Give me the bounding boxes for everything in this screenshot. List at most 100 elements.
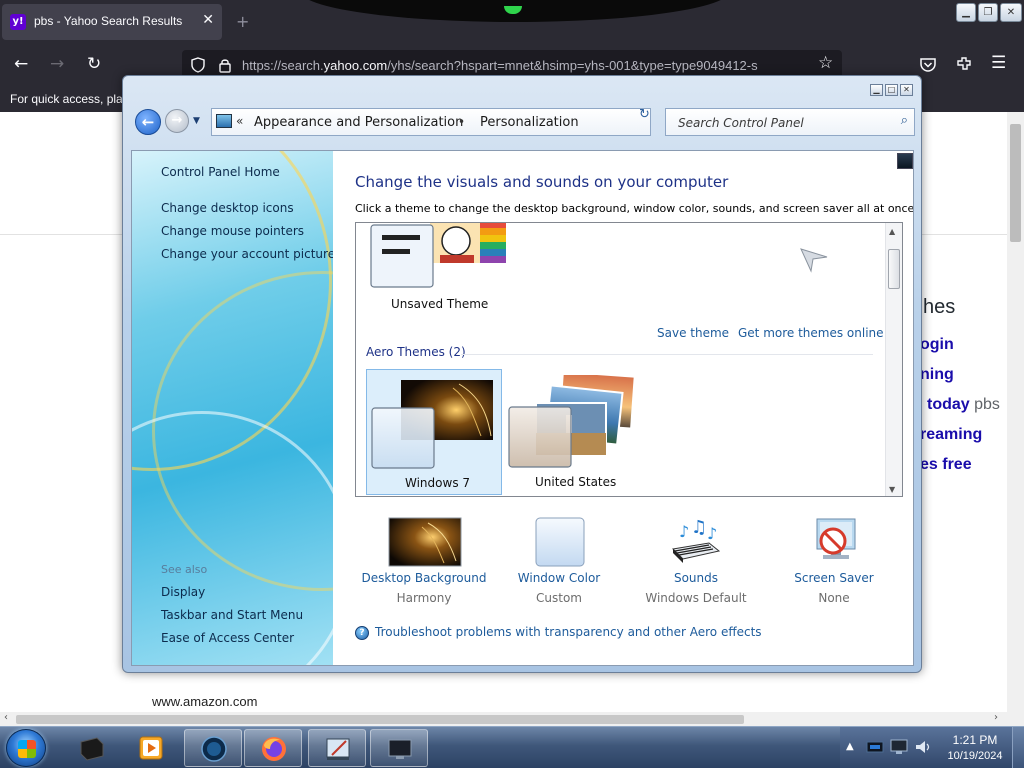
shield-icon[interactable]	[190, 57, 206, 73]
search-result-link[interactable]: ning	[920, 366, 954, 384]
cp-close-button[interactable]: ✕	[900, 84, 913, 96]
breadcrumb-item[interactable]: Personalization	[480, 115, 579, 130]
recent-pages-chevron-icon[interactable]: ▼	[193, 116, 200, 126]
cp-minimize-button[interactable]: ▁	[870, 84, 883, 96]
breadcrumb-overflow-icon[interactable]: «	[236, 114, 243, 128]
breadcrumb[interactable]: « Appearance and Personalization • Perso…	[211, 108, 705, 136]
search-result-link[interactable]: ogin	[920, 336, 954, 354]
browser-tab-bar: y! pbs - Yahoo Search Results ✕ + ▁ ❐ ✕	[0, 0, 1024, 44]
send-cursor-icon	[800, 248, 828, 273]
search-result-link[interactable]: es free	[920, 456, 972, 474]
taskbar-app-display[interactable]	[370, 729, 428, 767]
taskbar-app-control-panel[interactable]	[308, 729, 366, 767]
cp-forward-button[interactable]: →	[165, 109, 189, 133]
cp-window-controls: ▁ □ ✕	[870, 84, 913, 96]
taskbar-app-firefox[interactable]	[244, 729, 302, 767]
search-placeholder: Search Control Panel	[678, 116, 804, 130]
theme-caption[interactable]: United States	[535, 475, 616, 489]
theme-caption[interactable]: Windows 7	[405, 476, 470, 490]
breadcrumb-item[interactable]: Appearance and Personalization	[254, 115, 463, 130]
bookmark-star-icon[interactable]: ☆	[818, 53, 833, 73]
cp-maximize-button[interactable]: □	[885, 84, 898, 96]
scroll-left-icon[interactable]: ‹	[4, 712, 8, 723]
theme-list[interactable]: Unsaved Theme Save theme Get more themes…	[355, 222, 903, 497]
window-color-swatch	[535, 517, 585, 567]
amazon-link[interactable]: www.amazon.com	[152, 694, 257, 709]
scroll-right-icon[interactable]: ›	[994, 712, 998, 723]
control-panel-window: ▁ □ ✕ ← → ▼ « Appearance and Personaliza…	[122, 75, 922, 673]
change-desktop-icons-link[interactable]: Change desktop icons	[161, 201, 294, 215]
page-vertical-scrollbar[interactable]	[1007, 112, 1024, 712]
scrollbar-thumb[interactable]	[1010, 124, 1021, 242]
show-hidden-icons-icon[interactable]: ▲	[846, 741, 854, 752]
theme-caption[interactable]: Unsaved Theme	[391, 297, 488, 311]
ease-of-access-link[interactable]: Ease of Access Center	[161, 631, 294, 645]
taskbar-app-globe[interactable]	[184, 729, 242, 767]
sounds-link[interactable]: Sounds	[631, 571, 761, 585]
extensions-icon[interactable]	[955, 55, 973, 73]
page-description: Click a theme to change the desktop back…	[355, 202, 914, 215]
united-states-theme-tile[interactable]: United States	[504, 369, 640, 495]
back-arrow-icon[interactable]: ←	[14, 54, 28, 74]
change-account-picture-link[interactable]: Change your account picture	[161, 247, 333, 261]
search-control-panel-input[interactable]: Search Control Panel ⌕	[665, 108, 915, 136]
media-device-icon	[80, 737, 104, 761]
monitor-tray-icon[interactable]	[890, 739, 908, 755]
taskbar-start-menu-link[interactable]: Taskbar and Start Menu	[161, 608, 303, 622]
svg-text:♪: ♪	[707, 524, 717, 543]
breadcrumb-separator[interactable]: •	[458, 115, 465, 129]
svg-text:♪: ♪	[679, 522, 689, 541]
control-panel-icon	[216, 114, 232, 128]
search-result-link[interactable]: reaming	[920, 426, 982, 444]
tab-close-icon[interactable]: ✕	[202, 12, 214, 28]
scroll-up-icon[interactable]: ▲	[889, 227, 895, 236]
help-icon[interactable]	[897, 153, 913, 169]
page-horizontal-scrollbar[interactable]: ‹ ›	[0, 712, 1024, 726]
restore-button[interactable]: ❐	[978, 3, 998, 22]
unsaved-theme-tile[interactable]	[370, 223, 510, 295]
volume-icon[interactable]	[914, 739, 932, 755]
control-panel-home-link[interactable]: Control Panel Home	[161, 165, 280, 179]
clock-date[interactable]: 10/19/2024	[940, 750, 1010, 762]
start-button[interactable]	[6, 729, 46, 767]
browser-tab-active[interactable]: y! pbs - Yahoo Search Results ✕	[2, 4, 222, 40]
get-more-themes-link[interactable]: Get more themes online	[738, 326, 884, 340]
troubleshoot-link[interactable]: Troubleshoot problems with transparency …	[375, 625, 762, 639]
globe-help-icon: ?	[355, 626, 369, 640]
change-mouse-pointers-link[interactable]: Change mouse pointers	[161, 224, 304, 238]
search-result-link[interactable]: today pbs	[927, 396, 1000, 414]
windows-7-theme-tile[interactable]: Windows 7	[366, 369, 502, 495]
show-desktop-button[interactable]	[1012, 727, 1024, 768]
cp-back-button[interactable]: ←	[135, 109, 161, 135]
taskbar-app-media-device[interactable]	[62, 729, 120, 767]
control-panel-app-icon	[326, 738, 350, 760]
united-states-theme-preview	[508, 375, 634, 468]
network-device-icon[interactable]	[866, 739, 884, 755]
sounds-value: Windows Default	[645, 591, 747, 605]
screen-saver-link[interactable]: Screen Saver	[769, 571, 899, 585]
theme-list-scrollbar[interactable]: ▲ ▼	[885, 223, 902, 496]
forward-arrow-icon[interactable]: →	[50, 54, 64, 74]
cp-navigation-bar: ← → ▼ « Appearance and Personalization •…	[131, 102, 915, 142]
taskbar-app-media-player[interactable]	[122, 729, 180, 767]
refresh-icon[interactable]: ↻	[639, 107, 650, 122]
menu-hamburger-icon[interactable]: ☰	[991, 53, 1006, 73]
system-tray: ▲ 1:21 PM 10/19/2024	[840, 727, 1024, 768]
display-link[interactable]: Display	[161, 585, 205, 599]
minimize-button[interactable]: ▁	[956, 3, 976, 22]
desktop-background-link[interactable]: Desktop Background	[359, 571, 489, 585]
clock-time[interactable]: 1:21 PM	[940, 733, 1010, 747]
scrollbar-thumb[interactable]	[16, 715, 744, 724]
search-icon[interactable]: ⌕	[901, 113, 908, 128]
unsaved-theme-preview	[370, 223, 506, 288]
lock-icon[interactable]	[218, 57, 232, 73]
url-text[interactable]: https://search.yahoo.com/yhs/search?hspa…	[242, 58, 758, 73]
scrollbar-thumb[interactable]	[888, 249, 900, 289]
new-tab-icon[interactable]: +	[236, 12, 249, 31]
scroll-down-icon[interactable]: ▼	[889, 485, 895, 494]
save-theme-link[interactable]: Save theme	[657, 326, 729, 340]
close-button[interactable]: ✕	[1000, 3, 1022, 22]
reload-icon[interactable]: ↻	[87, 54, 101, 74]
pocket-icon[interactable]	[919, 56, 937, 74]
window-color-link[interactable]: Window Color	[494, 571, 624, 585]
